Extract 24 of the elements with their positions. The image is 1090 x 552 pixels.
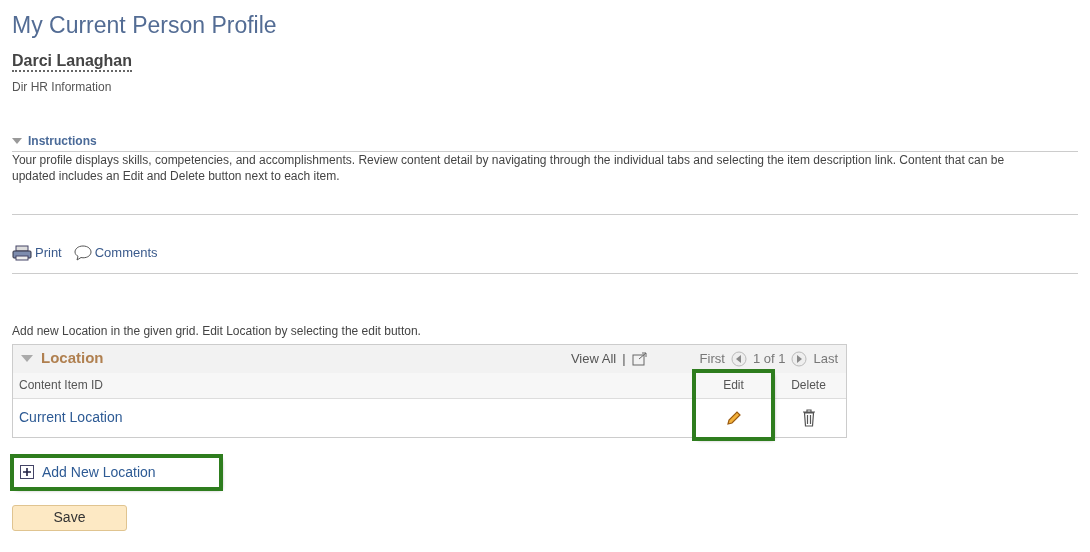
previous-icon[interactable] <box>730 350 747 367</box>
instructions-toggle[interactable]: Instructions <box>12 132 97 150</box>
trash-icon[interactable] <box>801 408 816 427</box>
grid-caption: Add new Location in the given grid. Edit Location by selecting the edit button. <box>12 322 421 340</box>
view-all-link[interactable]: View All <box>570 348 617 369</box>
add-new-location-link[interactable]: Add New Location <box>14 457 219 487</box>
last-link[interactable]: Last <box>813 348 838 369</box>
speech-bubble-icon <box>73 244 92 261</box>
comments-link[interactable]: Comments <box>73 243 158 263</box>
column-header: Edit <box>696 372 771 399</box>
popout-icon[interactable] <box>631 351 648 366</box>
plus-icon <box>20 465 34 479</box>
job-title: Dir HR Information <box>12 79 112 96</box>
page-count: 1 of 1 <box>752 349 786 368</box>
first-link[interactable]: First <box>699 348 725 369</box>
print-link[interactable]: Print <box>12 243 62 263</box>
separator: | <box>622 349 626 368</box>
page-title: My Current Person Profile <box>12 11 277 40</box>
save-button[interactable]: Save <box>12 504 127 531</box>
item-link[interactable]: Current Location <box>19 407 123 428</box>
next-icon[interactable] <box>791 350 808 367</box>
printer-icon <box>12 244 32 261</box>
instructions-text: Your profile displays skills, competencies, and accomplishments. Review content detail by navigating through the individual tabs and selecting the item description link. Content that can be updated includes an Edit and Delete button next to each item. <box>12 152 1006 184</box>
person-name[interactable]: Darci Lanaghan <box>12 52 133 72</box>
